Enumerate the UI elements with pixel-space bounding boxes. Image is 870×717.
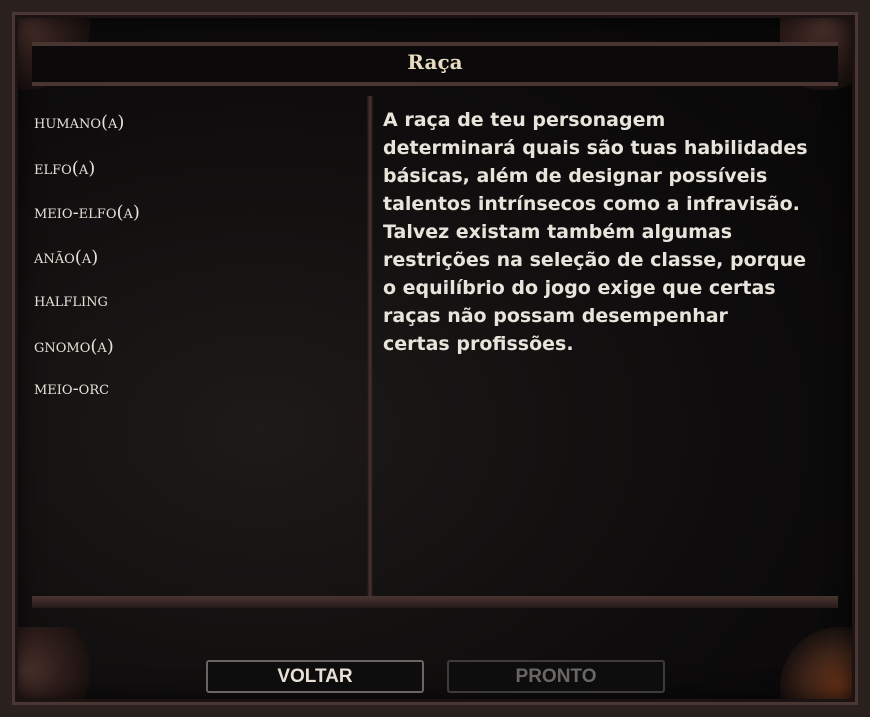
race-option-halfling[interactable]: HALFLING (34, 290, 108, 312)
panel-divider (367, 96, 373, 596)
race-description: A raça de teu personagem determinará qua… (383, 109, 808, 355)
back-button[interactable]: VOLTAR (206, 660, 424, 693)
done-button[interactable]: PRONTO (447, 660, 665, 693)
window-title: Raça (407, 50, 463, 74)
bottom-border (32, 596, 838, 608)
race-option-half-elf[interactable]: MEIO-ELFO(A) (34, 202, 140, 224)
race-option-half-orc[interactable]: MEIO-ORC (34, 378, 109, 400)
dragon-ornament-bottom-left (0, 627, 90, 717)
dragon-ornament-bottom-right (780, 627, 870, 717)
race-selection-window: Raça HUMANO(A) ELFO(A) MEIO-ELFO(A) ANÃO… (0, 0, 870, 717)
race-option-gnome[interactable]: GNOMO(A) (34, 336, 114, 358)
race-option-elf[interactable]: ELFO(A) (34, 158, 95, 180)
race-option-dwarf[interactable]: ANÃO(A) (34, 247, 98, 269)
race-option-human[interactable]: HUMANO(A) (34, 112, 124, 134)
